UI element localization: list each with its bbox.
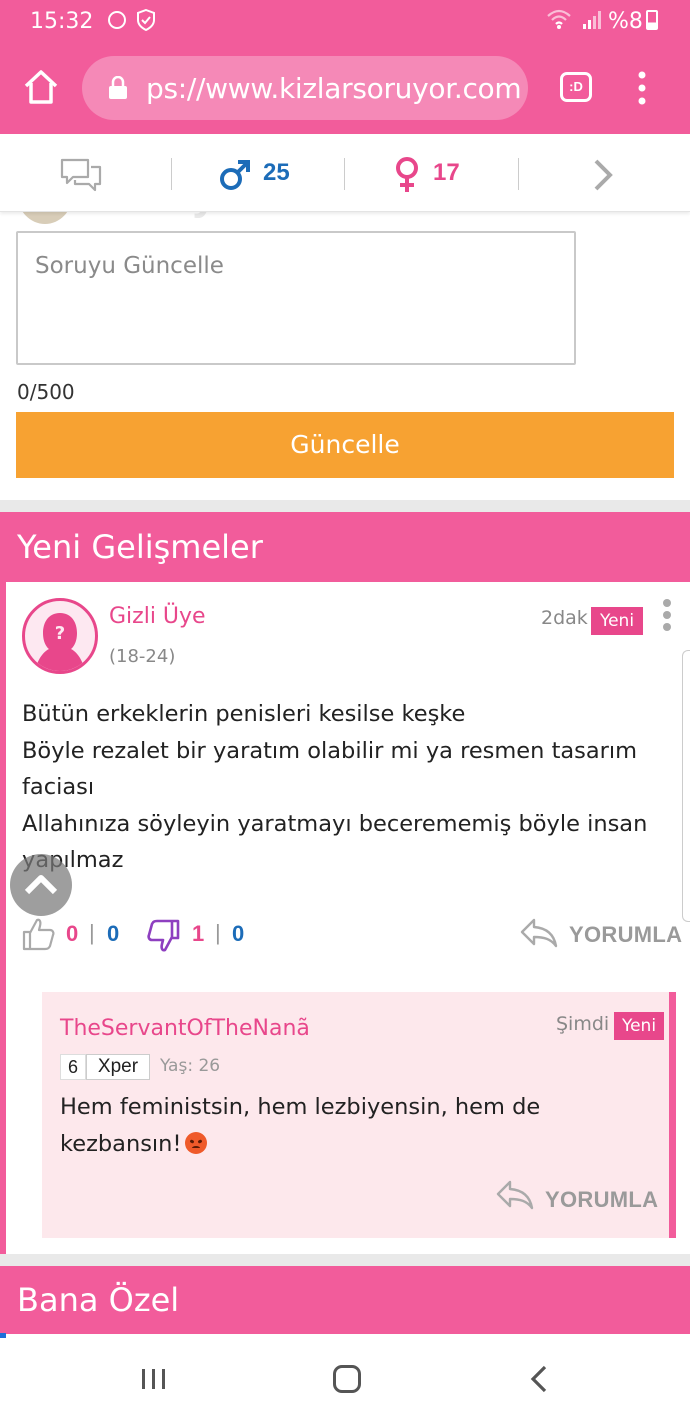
update-button[interactable]: Güncelle <box>16 412 674 478</box>
female-icon[interactable] <box>394 156 420 194</box>
xper-label: Xper <box>86 1054 150 1080</box>
comments-icon[interactable] <box>60 158 102 192</box>
post-time: 2dak <box>541 607 588 629</box>
female-answer-count[interactable]: 17 <box>433 159 460 187</box>
reply-author-age: Yaş: 26 <box>160 1056 221 1076</box>
tab-switcher-button[interactable]: :D <box>560 72 592 102</box>
battery-level: %8 <box>608 9 643 34</box>
lock-icon <box>109 76 127 99</box>
reply-author[interactable]: TheServantOfTheNanã <box>60 1016 310 1041</box>
special-section-title: Bana Özel <box>0 1266 690 1334</box>
post-author[interactable]: Gizli Üye <box>109 604 206 629</box>
more-menu-icon[interactable] <box>636 70 648 106</box>
shield-icon <box>137 9 155 31</box>
page: 15:32 %8 ps://www.kizlarsoruyor.com :D S… <box>0 0 690 1418</box>
divider <box>344 158 345 190</box>
thumbs-up-icon[interactable] <box>22 916 56 952</box>
signal-icon <box>583 11 601 29</box>
scrollbar[interactable] <box>682 650 690 922</box>
new-badge: Yeni <box>614 1012 664 1040</box>
post-options-icon[interactable] <box>662 598 672 632</box>
home-nav-icon[interactable] <box>333 1365 361 1393</box>
thumbs-down-icon[interactable] <box>146 918 180 954</box>
anonymous-avatar[interactable]: ? <box>22 598 98 674</box>
chevron-up-icon <box>24 875 58 895</box>
battery-icon <box>646 10 658 30</box>
url-text: ps://www.kizlarsoruyor.com <box>146 72 522 105</box>
post-author-age: (18-24) <box>109 646 176 667</box>
reaction-row: 0 | 0 1 | 0 YORUMLA <box>22 916 682 956</box>
dislike-count-male: 0 <box>232 921 245 946</box>
development-post: ? Gizli Üye (18-24) 2dak Yeni Bütün erke… <box>0 582 690 1254</box>
svg-text:?: ? <box>55 623 65 644</box>
status-bar: 15:32 %8 <box>0 0 690 42</box>
dislike-count-female: 1 <box>192 921 205 946</box>
xper-level: 6 <box>60 1054 86 1080</box>
status-time: 15:32 <box>30 9 94 34</box>
reply-icon[interactable] <box>496 1180 534 1210</box>
reply-body: Hem feministsin, hem lezbiyensin, hem de… <box>60 1089 640 1162</box>
sync-icon <box>108 11 126 29</box>
update-question-input[interactable] <box>16 231 576 365</box>
chevron-right-icon[interactable] <box>590 158 616 192</box>
comment-button[interactable]: YORUMLA <box>545 1187 658 1213</box>
reply-icon[interactable] <box>520 918 558 948</box>
section-divider <box>0 500 690 512</box>
divider <box>518 158 519 190</box>
reply-time: Şimdi <box>556 1013 610 1035</box>
reply-text: Hem feministsin, hem lezbiyensin, hem de… <box>60 1094 541 1157</box>
reply-comment: TheServantOfTheNanã Şimdi Yeni 6 Xper Ya… <box>42 992 676 1238</box>
like-count-female: 0 <box>66 921 79 946</box>
character-counter: 0/500 <box>17 380 75 404</box>
post-body: Bütün erkeklerin penisleri kesilse keşke… <box>22 701 648 873</box>
angry-face-icon <box>185 1131 208 1154</box>
question-stats-bar: 25 17 <box>0 134 690 212</box>
new-badge: Yeni <box>591 607 643 635</box>
recent-apps-icon[interactable] <box>140 1367 168 1391</box>
male-icon[interactable] <box>218 158 252 192</box>
developments-section-title: Yeni Gelişmeler <box>0 512 690 582</box>
like-count-male: 0 <box>107 921 120 946</box>
comment-button[interactable]: YORUMLA <box>569 922 682 948</box>
divider <box>171 158 172 190</box>
wifi-icon <box>547 9 571 29</box>
male-answer-count[interactable]: 25 <box>263 159 290 187</box>
home-icon[interactable] <box>22 68 60 106</box>
back-icon[interactable] <box>528 1364 550 1394</box>
browser-toolbar: 15:32 %8 ps://www.kizlarsoruyor.com :D <box>0 0 690 134</box>
section-divider <box>0 1254 690 1266</box>
scroll-to-top-button[interactable] <box>10 854 72 916</box>
address-bar[interactable]: ps://www.kizlarsoruyor.com <box>82 56 528 120</box>
divider: | <box>89 920 95 945</box>
divider: | <box>215 920 221 945</box>
anonymous-user-icon: ? <box>35 613 85 671</box>
android-navigation-bar <box>0 1338 690 1418</box>
